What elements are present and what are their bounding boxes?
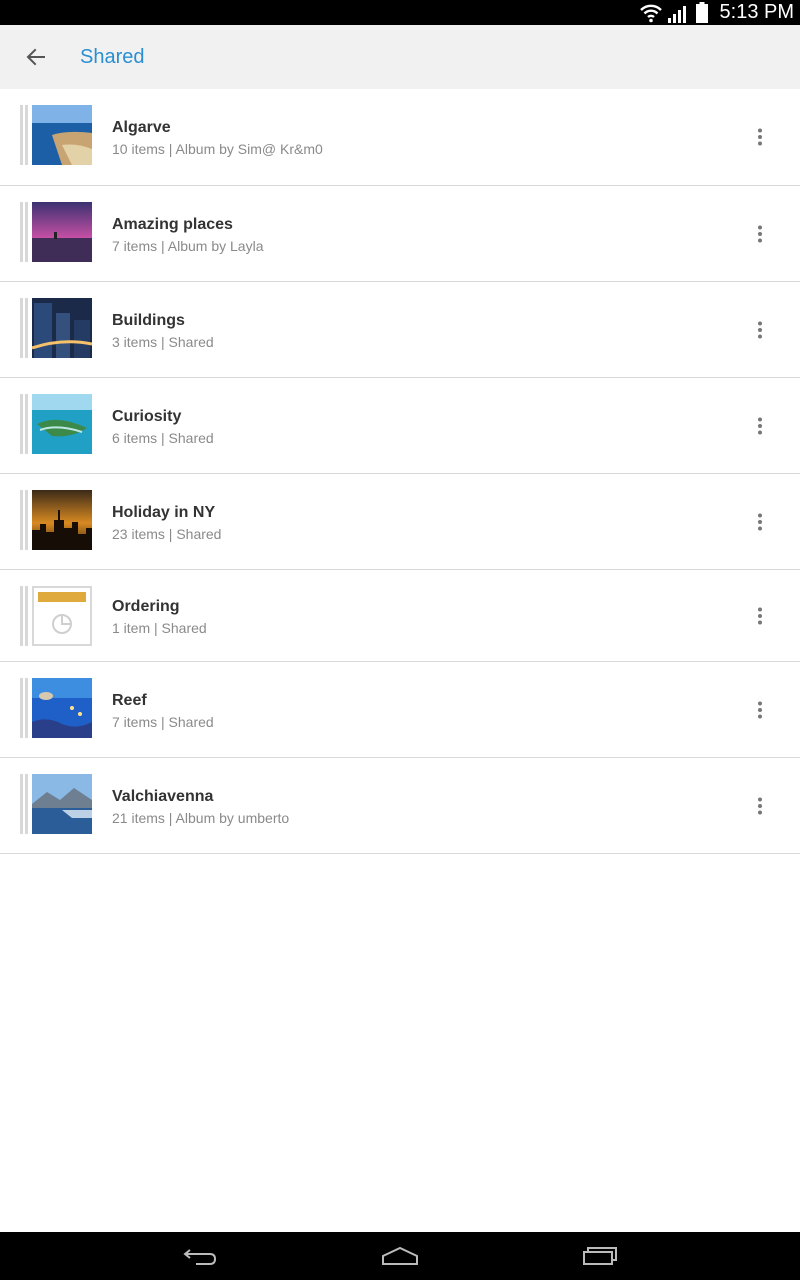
album-row[interactable]: Curiosity 6 items | Shared (0, 378, 800, 474)
battery-icon (696, 2, 708, 23)
more-vert-icon (758, 321, 762, 339)
overflow-menu-button[interactable] (740, 406, 780, 446)
status-bar: 5:13 PM (0, 0, 800, 25)
more-vert-icon (758, 225, 762, 243)
navigation-bar (0, 1232, 800, 1280)
nav-home-button[interactable] (360, 1236, 440, 1276)
stack-edge (20, 678, 23, 738)
album-meta: 21 items | Album by umberto (112, 810, 290, 826)
status-icons (640, 2, 708, 23)
action-bar: Shared (0, 25, 800, 89)
stack-edge (25, 678, 28, 738)
album-list: Algarve 10 items | Album by Sim@ Kr&m0 A… (0, 89, 800, 854)
album-meta: 23 items | Shared (112, 526, 222, 542)
album-name: Ordering (112, 598, 180, 615)
album-thumbnail-purple-sunset (32, 202, 92, 262)
album-thumbnail-tropical-island (32, 394, 92, 454)
album-name: Holiday in NY (112, 504, 216, 521)
stack-edge (25, 394, 28, 454)
wifi-icon (640, 4, 662, 23)
album-thumbnail-lake-mountains (32, 774, 92, 834)
album-name: Buildings (112, 312, 185, 329)
album-row[interactable]: Buildings 3 items | Shared (0, 282, 800, 378)
stack-edge (25, 586, 28, 646)
stack-edge (25, 490, 28, 550)
album-meta: 1 item | Shared (112, 620, 207, 636)
overflow-menu-button[interactable] (740, 596, 780, 636)
stack-edge (20, 586, 23, 646)
album-row[interactable]: Amazing places 7 items | Album by Layla (0, 186, 800, 282)
nav-back-button[interactable] (160, 1236, 240, 1276)
album-thumbnail-ny-skyline (32, 490, 92, 550)
album-row[interactable]: Reef 7 items | Shared (0, 662, 800, 758)
overflow-menu-button[interactable] (740, 214, 780, 254)
stack-edge (20, 105, 23, 165)
stack-edge (25, 202, 28, 262)
album-meta: 10 items | Album by Sim@ Kr&m0 (112, 141, 323, 157)
album-meta: 3 items | Shared (112, 334, 214, 350)
album-row[interactable]: Ordering 1 item | Shared (0, 570, 800, 662)
signal-icon (668, 6, 686, 23)
album-thumbnail-coastal-cliffs (32, 105, 92, 165)
more-vert-icon (758, 701, 762, 719)
album-name: Reef (112, 692, 147, 709)
album-row[interactable]: Algarve 10 items | Album by Sim@ Kr&m0 (0, 89, 800, 186)
nav-recents-button[interactable] (560, 1236, 640, 1276)
stack-edge (25, 774, 28, 834)
more-vert-icon (758, 513, 762, 531)
stack-edge (20, 394, 23, 454)
home-nav-icon (382, 1246, 418, 1265)
album-name: Valchiavenna (112, 788, 214, 805)
status-time: 5:13 PM (719, 1, 794, 23)
stack-edge (25, 105, 28, 165)
album-name: Amazing places (112, 216, 233, 233)
recents-nav-icon (583, 1247, 617, 1265)
album-thumbnail-coral-reef (32, 678, 92, 738)
more-vert-icon (758, 128, 762, 146)
album-meta: 7 items | Album by Layla (112, 238, 264, 254)
more-vert-icon (758, 797, 762, 815)
overflow-menu-button[interactable] (740, 690, 780, 730)
back-nav-icon (183, 1249, 217, 1265)
overflow-menu-button[interactable] (740, 786, 780, 826)
overflow-menu-button[interactable] (740, 502, 780, 542)
overflow-menu-button[interactable] (740, 310, 780, 350)
album-name: Curiosity (112, 408, 182, 425)
album-name: Algarve (112, 119, 171, 136)
album-thumbnail-night-buildings (32, 298, 92, 358)
album-meta: 6 items | Shared (112, 430, 214, 446)
album-meta: 7 items | Shared (112, 714, 214, 730)
stack-edge (20, 202, 23, 262)
arrow-back-icon (26, 48, 45, 66)
placeholder-document-icon (38, 592, 86, 634)
stack-edge (20, 298, 23, 358)
album-thumbnail-placeholder (32, 586, 92, 646)
album-row[interactable]: Valchiavenna 21 items | Album by umberto (0, 758, 800, 854)
stack-edge (20, 490, 23, 550)
album-row[interactable]: Holiday in NY 23 items | Shared (0, 474, 800, 570)
stack-edge (25, 298, 28, 358)
overflow-menu-button[interactable] (740, 117, 780, 157)
more-vert-icon (758, 417, 762, 435)
stack-edge (20, 774, 23, 834)
back-button[interactable] (12, 33, 60, 81)
page-title: Shared (80, 46, 145, 68)
more-vert-icon (758, 607, 762, 625)
